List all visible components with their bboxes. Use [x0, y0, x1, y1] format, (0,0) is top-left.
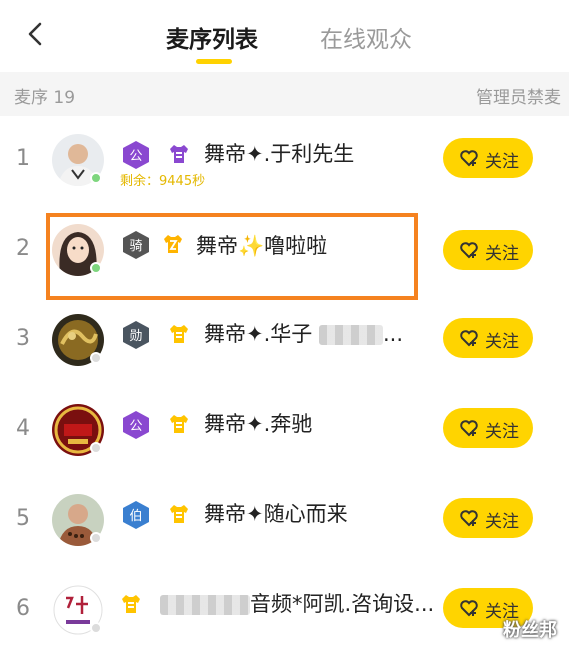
heart-plus-icon: [460, 420, 478, 437]
watermark: 粉丝邦: [503, 620, 557, 641]
list-item: 5 伯 舞帝✦随心而来 关注: [0, 476, 569, 566]
active-tab-indicator: [196, 59, 232, 64]
tab-online-audience[interactable]: 在线观众: [320, 20, 412, 54]
list-item: 3 勋 舞帝✦.华子 ... 关注: [0, 296, 569, 386]
list-item: 1 公 舞帝✦.于利先生 剩余：9445秒 关注: [0, 116, 569, 206]
status-dot: [90, 352, 102, 364]
remaining-time: 剩余：9445秒: [120, 174, 206, 189]
queue-index: 2: [16, 236, 30, 261]
highlight-box: [46, 213, 418, 300]
user-name[interactable]: 舞帝✦.华子 ...: [204, 318, 403, 348]
user-name[interactable]: 舞帝✦随心而来: [204, 498, 348, 528]
svg-text:公: 公: [129, 419, 142, 434]
queue-index: 5: [16, 506, 30, 531]
heart-plus-icon: [460, 242, 478, 259]
heart-plus-icon: [460, 600, 478, 617]
online-status-dot: [90, 172, 102, 184]
user-name[interactable]: 音频*阿凯.咨询设...: [160, 588, 434, 618]
back-arrow-icon[interactable]: [22, 20, 50, 48]
shirt-icon: [170, 325, 188, 343]
list-item: 6 音频*阿凯.咨询设... 关注: [0, 566, 569, 648]
top-bar: 麦序列表 在线观众: [0, 0, 569, 72]
queue-header: 麦序 19 管理员禁麦: [0, 72, 569, 116]
user-name[interactable]: 舞帝✦.于利先生: [204, 138, 354, 168]
blurred-text: [318, 325, 383, 345]
follow-button[interactable]: 关注: [443, 138, 533, 178]
admin-mute-mic-link[interactable]: 管理员禁麦: [476, 83, 561, 108]
shirt-icon: [170, 145, 188, 163]
queue-index: 1: [16, 146, 30, 171]
queue-index: 6: [16, 596, 30, 621]
status-dot: [90, 622, 102, 634]
queue-index: 4: [16, 416, 30, 441]
queue-count-label: 麦序 19: [14, 88, 76, 108]
follow-button[interactable]: 关注: [443, 408, 533, 448]
svg-text:公: 公: [129, 149, 142, 164]
noble-badge-bo-icon: 伯: [123, 501, 149, 529]
follow-button[interactable]: 关注: [443, 230, 533, 270]
noble-badge-xun-icon: 勋: [123, 321, 149, 349]
noble-badge-gong-icon: 公: [123, 411, 149, 439]
status-dot: [90, 442, 102, 454]
heart-plus-icon: [460, 150, 478, 167]
queue-index: 3: [16, 326, 30, 351]
svg-text:勋: 勋: [129, 329, 142, 344]
shirt-icon: [122, 595, 140, 613]
tab-mic-queue[interactable]: 麦序列表: [166, 20, 258, 54]
noble-badge-gong-icon: 公: [123, 141, 149, 169]
status-dot: [90, 532, 102, 544]
follow-button[interactable]: 关注: [443, 318, 533, 358]
heart-plus-icon: [460, 330, 478, 347]
shirt-icon: [170, 415, 188, 433]
follow-button[interactable]: 关注: [443, 498, 533, 538]
shirt-icon: [170, 505, 188, 523]
heart-plus-icon: [460, 510, 478, 527]
blurred-text: [160, 595, 250, 615]
svg-text:伯: 伯: [129, 509, 142, 524]
list-item: 4 公 舞帝✦.奔驰 关注: [0, 386, 569, 476]
user-name[interactable]: 舞帝✦.奔驰: [204, 408, 312, 438]
